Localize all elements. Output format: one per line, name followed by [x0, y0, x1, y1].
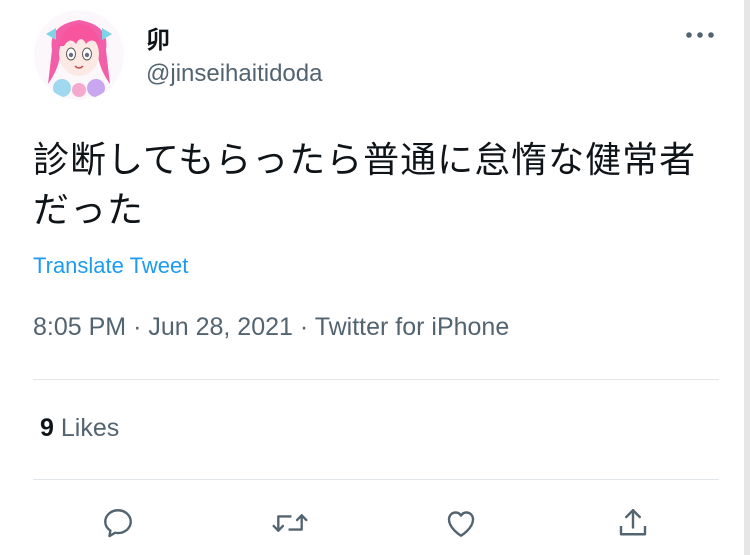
- screen-edge: [744, 0, 750, 555]
- tweet-time[interactable]: 8:05 PM: [33, 313, 126, 341]
- retweet-icon: [272, 514, 308, 532]
- translate-tweet-link[interactable]: Translate Tweet: [33, 253, 188, 279]
- divider: [33, 379, 719, 380]
- display-name[interactable]: 卯: [146, 20, 170, 55]
- likes-count: 9: [40, 414, 54, 442]
- likes-stat[interactable]: 9 Likes: [40, 414, 119, 443]
- likes-label: Likes: [60, 414, 120, 442]
- tweet-text: 診断してもらったら普通に怠惰な健常者だった: [33, 140, 697, 231]
- meta-separator: ·: [299, 313, 309, 341]
- avatar[interactable]: [34, 10, 124, 100]
- more-options-button[interactable]: [682, 20, 718, 50]
- share-button[interactable]: [613, 503, 653, 543]
- more-dots-icon: [686, 32, 714, 38]
- anime-avatar-icon: [34, 10, 124, 100]
- divider: [33, 479, 719, 480]
- user-handle[interactable]: @jinseihaitidoda: [146, 60, 322, 88]
- heart-icon: [447, 511, 475, 537]
- tweet-meta: 8:05 PM · Jun 28, 2021 · Twitter for iPh…: [33, 313, 509, 342]
- like-button[interactable]: [441, 503, 481, 543]
- tweet-date[interactable]: Jun 28, 2021: [148, 313, 293, 341]
- share-icon: [619, 509, 647, 536]
- tweet-source[interactable]: Twitter for iPhone: [315, 313, 510, 341]
- retweet-button[interactable]: [270, 503, 310, 543]
- reply-button[interactable]: [98, 503, 138, 543]
- reply-icon: [104, 509, 132, 538]
- meta-separator: ·: [133, 313, 142, 341]
